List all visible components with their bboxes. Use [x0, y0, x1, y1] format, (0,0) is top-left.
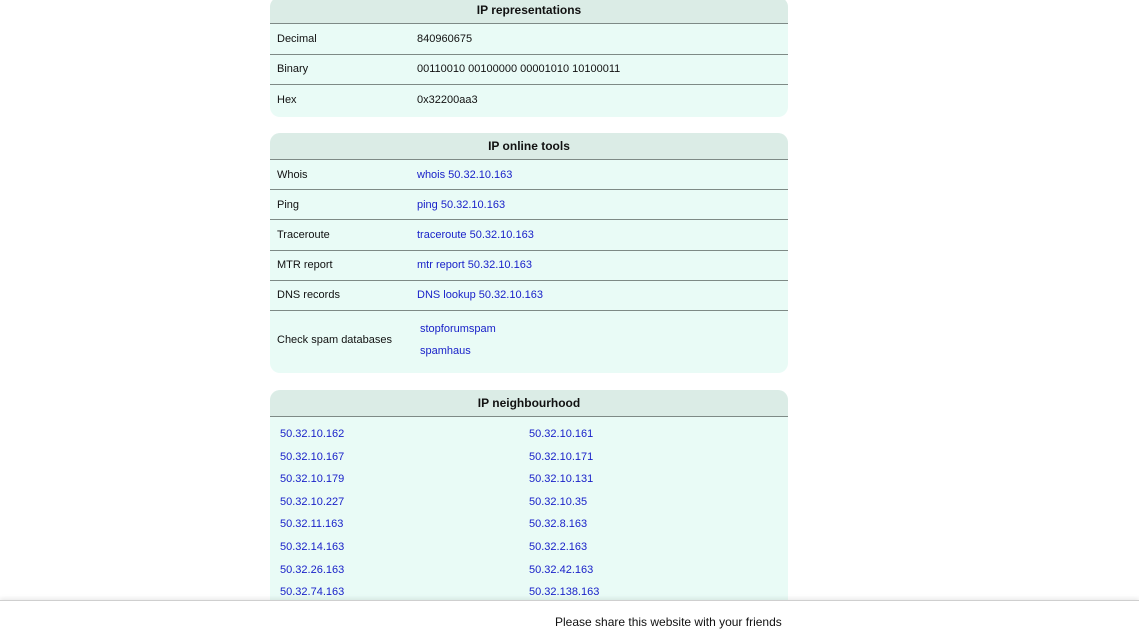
table-row-dns: DNS records DNS lookup 50.32.10.163	[270, 281, 788, 311]
mtr-report-link[interactable]: mtr report 50.32.10.163	[417, 259, 532, 271]
dns-lookup-link[interactable]: DNS lookup 50.32.10.163	[417, 289, 543, 301]
spamhaus-link[interactable]: spamhaus	[420, 345, 788, 357]
row-label: Whois	[277, 168, 308, 181]
ip-representations-panel: IP representations Decimal 840960675 Bin…	[270, 0, 788, 117]
neighbour-ip-link[interactable]: 50.32.42.163	[529, 564, 778, 577]
whois-link[interactable]: whois 50.32.10.163	[417, 169, 512, 181]
row-value: 00110010 00100000 00001010 10100011	[417, 63, 621, 76]
table-row-ping: Ping ping 50.32.10.163	[270, 190, 788, 221]
spam-links: stopforumspam spamhaus	[417, 323, 788, 357]
neighbour-ip-link[interactable]: 50.32.11.163	[280, 518, 529, 531]
table-row-whois: Whois whois 50.32.10.163	[270, 160, 788, 191]
neighbour-ip-link[interactable]: 50.32.10.162	[280, 428, 529, 441]
neighbour-ip-link[interactable]: 50.32.10.227	[280, 496, 529, 509]
row-value: 0x32200aa3	[417, 94, 478, 107]
row-value: 840960675	[417, 32, 473, 45]
stopforumspam-link[interactable]: stopforumspam	[420, 323, 788, 335]
table-row-decimal: Decimal 840960675	[270, 24, 788, 55]
neighbour-ip-link[interactable]: 50.32.2.163	[529, 541, 778, 554]
row-label: Binary	[277, 63, 309, 76]
table-row-spam: Check spam databases stopforumspam spamh…	[270, 311, 788, 369]
page: IP representations Decimal 840960675 Bin…	[0, 0, 1139, 641]
row-label: DNS records	[277, 289, 340, 302]
panel-title: IP online tools	[270, 133, 788, 160]
table-row-traceroute: Traceroute traceroute 50.32.10.163	[270, 220, 788, 251]
traceroute-link[interactable]: traceroute 50.32.10.163	[417, 229, 534, 241]
ip-neighbourhood-panel: IP neighbourhood 50.32.10.162 50.32.10.1…	[270, 390, 788, 620]
neighbour-ip-link[interactable]: 50.32.10.179	[280, 473, 529, 486]
table-row-hex: Hex 0x32200aa3	[270, 85, 788, 116]
panel-title: IP representations	[270, 0, 788, 24]
row-label: Hex	[277, 94, 297, 107]
neighbour-ip-link[interactable]: 50.32.10.161	[529, 428, 778, 441]
share-bar: Please share this website with your frie…	[0, 600, 1139, 641]
ping-link[interactable]: ping 50.32.10.163	[417, 199, 505, 211]
neighbour-ip-link[interactable]: 50.32.14.163	[280, 541, 529, 554]
row-label: Ping	[277, 198, 300, 211]
table-row-mtr: MTR report mtr report 50.32.10.163	[270, 251, 788, 281]
neighbour-ip-link[interactable]: 50.32.8.163	[529, 518, 778, 531]
row-label: Decimal	[277, 32, 317, 45]
neighbour-ip-link[interactable]: 50.32.10.131	[529, 473, 778, 486]
neighbour-ip-link[interactable]: 50.32.74.163	[280, 586, 529, 599]
table-row-binary: Binary 00110010 00100000 00001010 101000…	[270, 55, 788, 85]
row-label: MTR report	[277, 259, 333, 272]
neighbour-ip-link[interactable]: 50.32.26.163	[280, 564, 529, 577]
share-message: Please share this website with your frie…	[555, 615, 782, 629]
neighbourhood-grid: 50.32.10.162 50.32.10.161 50.32.10.167 5…	[270, 417, 788, 599]
row-label: Traceroute	[277, 228, 330, 241]
row-label: Check spam databases	[277, 333, 392, 346]
neighbour-ip-link[interactable]: 50.32.138.163	[529, 586, 778, 599]
ip-online-tools-panel: IP online tools Whois whois 50.32.10.163…	[270, 133, 788, 373]
neighbour-ip-link[interactable]: 50.32.10.171	[529, 451, 778, 464]
neighbour-ip-link[interactable]: 50.32.10.35	[529, 496, 778, 509]
neighbour-ip-link[interactable]: 50.32.10.167	[280, 451, 529, 464]
panel-title: IP neighbourhood	[270, 390, 788, 417]
